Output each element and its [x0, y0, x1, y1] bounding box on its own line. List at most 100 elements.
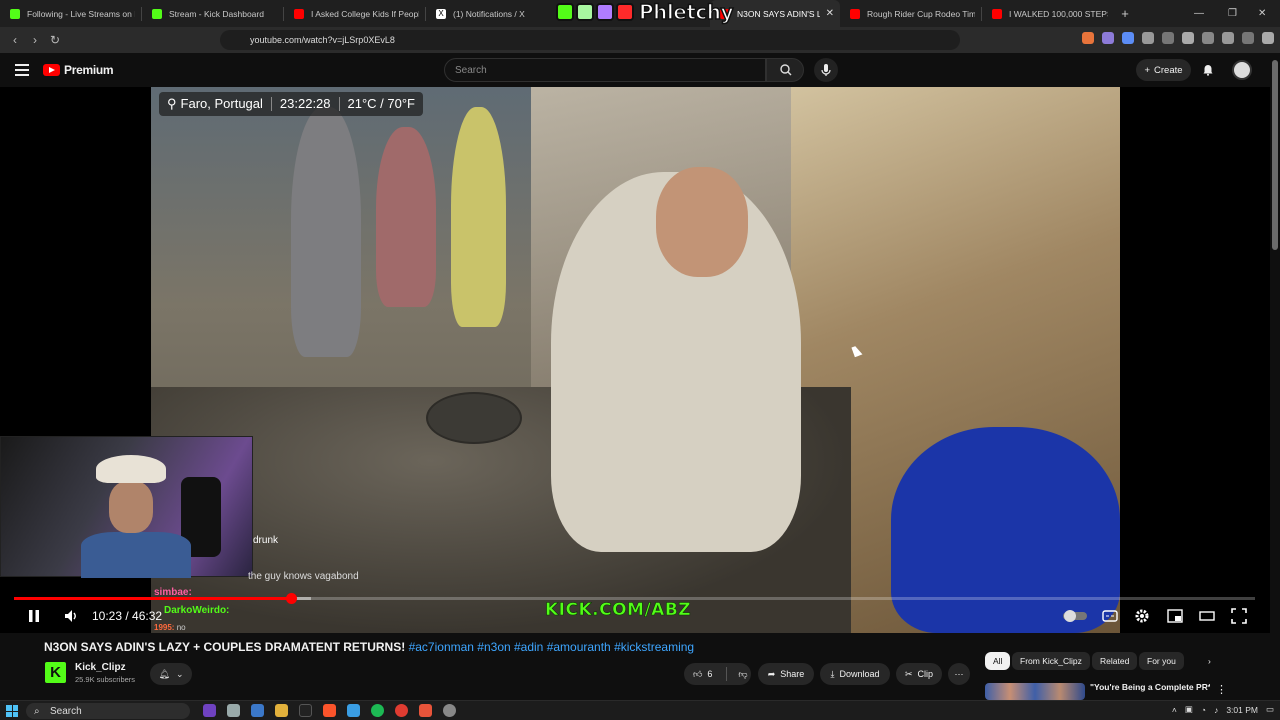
pause-button[interactable] [26, 607, 42, 625]
brave-browser-icon[interactable] [323, 704, 336, 717]
browser-tab[interactable]: I WALKED 100,000 STEPS in 24 [982, 0, 1114, 27]
chip-related[interactable]: Related [1092, 652, 1138, 670]
copilot-icon[interactable] [203, 704, 216, 717]
wifi-icon[interactable]: ◔ [1201, 705, 1206, 715]
channel-name[interactable]: Kick_Clipz [75, 662, 126, 673]
hamburger-menu-icon[interactable] [15, 64, 29, 79]
create-button[interactable]: + Create [1136, 59, 1191, 81]
phletchy-logo: Phletchy [556, 0, 734, 25]
browser-tab[interactable]: Rough Rider Cup Rodeo Time [840, 0, 981, 27]
menu-icon[interactable] [1262, 32, 1274, 44]
restore-button[interactable]: ❐ [1228, 0, 1237, 27]
like-button[interactable]: 👍︎ 6 [693, 669, 712, 680]
account-avatar[interactable] [1232, 60, 1252, 80]
chevron-down-icon: ⌄ [175, 668, 184, 679]
miniplayer-button[interactable] [1167, 607, 1183, 625]
clip-button[interactable]: ✂ Clip [896, 663, 942, 685]
video-player[interactable]: ⚲ Faro, Portugal 23:22:28 21°C / 70°F dr… [0, 87, 1270, 633]
kick-icon [152, 8, 162, 19]
video-hashtags[interactable]: #ac7ionman #n3on #adin #amouranth #kicks… [409, 640, 695, 654]
recommended-video-title[interactable]: "You're Being a Complete PR*CK!" Piers M… [1090, 682, 1210, 692]
chip-from-channel[interactable]: From Kick_Clipz [1012, 652, 1090, 670]
url-text: youtube.com/watch?v=jLSrp0XEvL8 [250, 35, 395, 45]
plus-icon: + [1144, 64, 1151, 76]
video-figure [451, 107, 506, 327]
autoplay-toggle[interactable] [1063, 607, 1087, 625]
extension-icon[interactable] [1122, 32, 1134, 44]
speaker-icon[interactable]: ♪ [1214, 705, 1218, 715]
youtube-play-icon [43, 64, 60, 76]
tray-icon[interactable]: ▣ [1185, 704, 1193, 715]
windows-start-icon[interactable] [6, 705, 18, 717]
close-tab-icon[interactable]: ✕ [826, 8, 834, 19]
taskbar-search[interactable]: ⌕ Search [26, 703, 190, 719]
app-icon[interactable] [443, 704, 456, 717]
logo-block-icon [616, 3, 634, 21]
new-tab-button[interactable]: + [1114, 6, 1136, 21]
notification-icon[interactable]: ▭ [1266, 704, 1274, 715]
streamer-webcam [0, 436, 253, 578]
reload-icon[interactable]: ↻ [45, 33, 65, 47]
extension-icon[interactable] [1222, 32, 1234, 44]
address-bar[interactable]: youtube.com/watch?v=jLSrp0XEvL8 [220, 30, 960, 50]
location-pin-icon: ⚲ [167, 96, 177, 111]
sidebar-icon[interactable] [1202, 32, 1214, 44]
taskbar-clock[interactable]: 3:01 PM [1226, 705, 1258, 715]
share-button[interactable]: ➦ Share [758, 663, 814, 685]
captions-button[interactable] [1102, 607, 1118, 625]
more-vertical-icon[interactable]: ⋮ [1216, 683, 1227, 696]
terminal-icon[interactable] [299, 704, 312, 717]
chips-next-button[interactable]: › [1200, 652, 1219, 670]
settings-app-icon[interactable] [227, 704, 240, 717]
captions-icon [1102, 610, 1118, 622]
extension-icon[interactable] [1162, 32, 1174, 44]
browser-tab[interactable]: I Asked College Kids If People [284, 0, 425, 27]
file-explorer-icon[interactable] [275, 704, 288, 717]
tab-title: I Asked College Kids If People [311, 8, 419, 19]
extension-icon[interactable] [1082, 32, 1094, 44]
browser-tab[interactable]: Stream - Kick Dashboard [142, 0, 283, 27]
chevron-up-icon[interactable]: ˄ [1172, 705, 1177, 715]
volume-button[interactable] [63, 607, 79, 625]
fullscreen-button[interactable] [1231, 607, 1247, 625]
music-icon[interactable] [1182, 32, 1194, 44]
subscription-bell-button[interactable]: 🔔︎ ⌄ [150, 663, 192, 685]
bell-icon: 🔔︎ [158, 668, 170, 679]
fullscreen-icon [1231, 608, 1247, 624]
dislike-button[interactable]: 👎︎ [738, 669, 747, 680]
app-icon[interactable] [419, 704, 432, 717]
theater-mode-button[interactable] [1199, 607, 1215, 625]
chip-all[interactable]: All [985, 652, 1011, 670]
pause-icon [29, 610, 39, 622]
video-title-text: N3ON SAYS ADIN'S LAZY + COUPLES DRAMATEN… [44, 640, 406, 654]
back-icon[interactable]: ‹ [5, 33, 25, 47]
minimize-button[interactable]: — [1194, 0, 1204, 27]
shield-icon[interactable] [1242, 32, 1254, 44]
browser-tab[interactable]: Following - Live Streams on Ki [0, 0, 141, 27]
spotify-icon[interactable] [371, 704, 384, 717]
download-button[interactable]: ⤓ Download [820, 663, 890, 685]
close-window-button[interactable]: ✕ [1258, 0, 1266, 27]
browser-tab[interactable]: X (1) Notifications / X [426, 0, 567, 27]
extension-icon[interactable] [1102, 32, 1114, 44]
notifications-bell-icon[interactable] [1202, 64, 1214, 76]
forward-icon[interactable]: › [25, 33, 45, 47]
channel-avatar[interactable]: K [45, 662, 66, 683]
more-actions-button[interactable]: ⋯ [948, 663, 970, 685]
youtube-premium-logo[interactable]: Premium [43, 63, 114, 77]
chip-for-you[interactable]: For you [1139, 652, 1184, 670]
video-figure [376, 127, 436, 307]
seek-handle[interactable] [285, 593, 297, 604]
settings-button[interactable] [1134, 607, 1150, 625]
store-icon[interactable] [251, 704, 264, 717]
chat-text: no [176, 623, 186, 632]
video-frame[interactable]: ⚲ Faro, Portugal 23:22:28 21°C / 70°F [151, 87, 1120, 633]
search-button[interactable] [766, 58, 804, 82]
puzzle-icon[interactable] [1142, 32, 1154, 44]
app-icon[interactable] [347, 704, 360, 717]
voice-search-button[interactable] [814, 58, 838, 82]
page-scrollbar[interactable] [1272, 60, 1278, 250]
obs-icon[interactable] [395, 704, 408, 717]
recommended-video-thumbnail[interactable] [985, 683, 1085, 700]
search-input[interactable]: Search [444, 58, 766, 82]
